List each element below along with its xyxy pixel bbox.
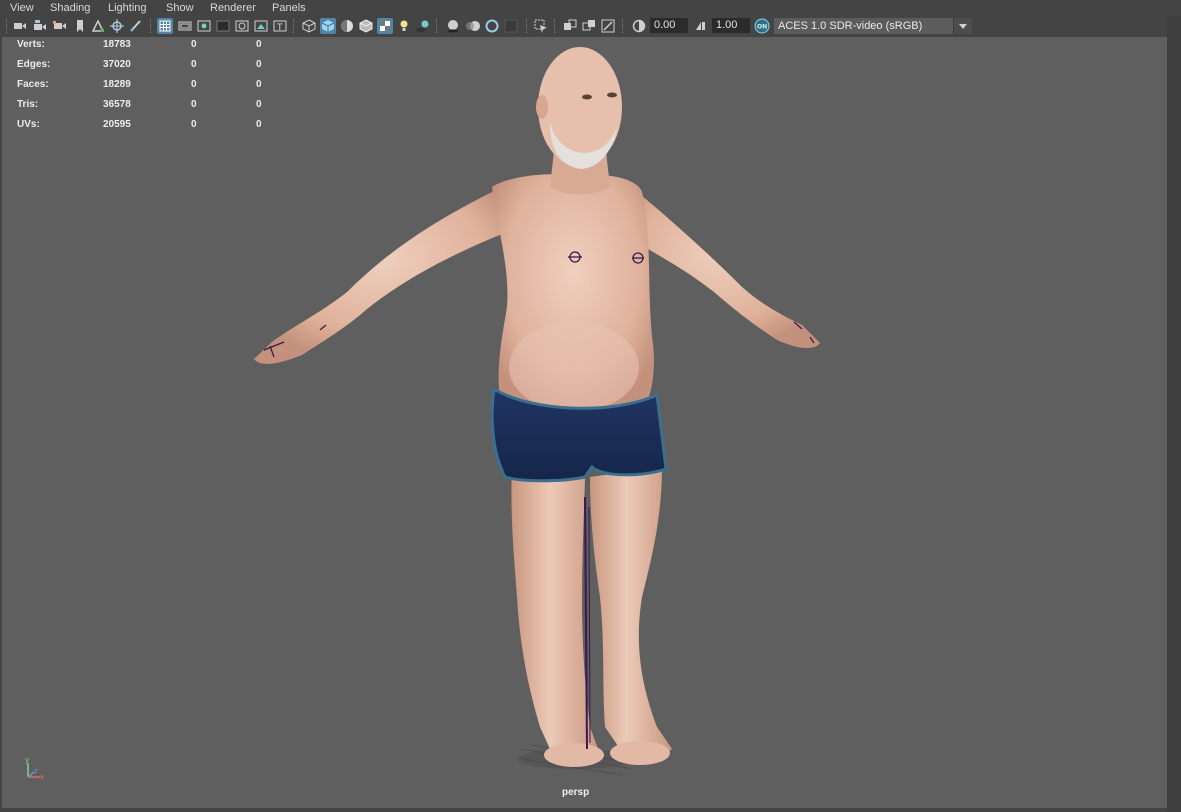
- camera-name-label: persp: [562, 787, 590, 798]
- camera-bookmark-icon[interactable]: [52, 18, 68, 34]
- bookmark-icon[interactable]: [72, 18, 88, 34]
- safe-action-icon[interactable]: [253, 18, 269, 34]
- hud-components: 0: [256, 79, 262, 90]
- right-panel-edge: [1167, 16, 1181, 812]
- safe-title-icon[interactable]: T: [272, 18, 288, 34]
- gamma-field[interactable]: 1.00: [712, 18, 750, 33]
- motion-blur-icon[interactable]: [465, 18, 481, 34]
- hud-components: 0: [256, 99, 262, 110]
- left-arm: [254, 189, 507, 364]
- z-axis-label: z: [34, 767, 38, 775]
- xray-joints-icon[interactable]: [600, 18, 616, 34]
- menu-shading[interactable]: Shading: [50, 1, 90, 15]
- camera-attributes-icon[interactable]: [32, 18, 48, 34]
- hud-label: Faces:: [17, 79, 49, 90]
- right-arm: [624, 189, 820, 349]
- hud-value: 36578: [103, 99, 131, 110]
- hud-value: 20595: [103, 119, 131, 130]
- use-default-material-icon[interactable]: [339, 18, 355, 34]
- toolbar-separator: [526, 19, 528, 33]
- shadows-icon[interactable]: [415, 18, 431, 34]
- hud-label: Verts:: [17, 39, 45, 50]
- left-eye: [582, 94, 592, 100]
- left-foot: [544, 743, 604, 767]
- toolbar-separator: [622, 19, 624, 33]
- resolution-gate-icon[interactable]: [196, 18, 212, 34]
- color-space-dropdown[interactable]: ACES 1.0 SDR-video (sRGB): [774, 18, 972, 34]
- hud-value: 37020: [103, 59, 131, 70]
- bottom-panel-edge: [0, 808, 1167, 812]
- hud-components: 0: [256, 119, 262, 130]
- menu-renderer[interactable]: Renderer: [210, 1, 256, 15]
- y-axis-label: y: [25, 756, 29, 764]
- toolbar-separator: [293, 19, 295, 33]
- grid-icon[interactable]: [157, 18, 173, 34]
- hud-selected: 0: [191, 59, 197, 70]
- film-gate-icon[interactable]: [177, 18, 193, 34]
- right-leg: [590, 467, 672, 756]
- toolbar-separator: [6, 19, 8, 33]
- color-management-on-label: ON: [757, 24, 767, 31]
- hud-label: Edges:: [17, 59, 51, 70]
- svg-text:T: T: [276, 23, 283, 33]
- x-axis-label: x: [40, 773, 44, 781]
- menu-lighting[interactable]: Lighting: [108, 1, 147, 15]
- poly-count-hud: Verts: 18783 0 0 Edges: 37020 0 0 Faces:…: [16, 37, 276, 137]
- hud-row-uvs: UVs: 20595 0 0: [16, 117, 276, 137]
- menu-panels[interactable]: Panels: [272, 1, 306, 15]
- hud-label: UVs:: [17, 119, 40, 130]
- ear: [536, 95, 548, 119]
- exposure-icon[interactable]: [631, 18, 647, 34]
- grease-pencil-icon[interactable]: [128, 18, 144, 34]
- select-camera-icon[interactable]: [12, 18, 28, 34]
- gamma-icon[interactable]: [693, 18, 709, 34]
- color-space-value: ACES 1.0 SDR-video (sRGB): [778, 20, 923, 32]
- hud-selected: 0: [191, 79, 197, 90]
- wireframe-icon[interactable]: [301, 18, 317, 34]
- gate-mask-icon[interactable]: [215, 18, 231, 34]
- right-eye: [607, 92, 617, 98]
- hud-row-edges: Edges: 37020 0 0: [16, 57, 276, 77]
- two-d-pan-zoom-icon[interactable]: [109, 18, 125, 34]
- depth-of-field-icon[interactable]: [503, 18, 519, 34]
- smooth-shade-all-icon[interactable]: [320, 18, 336, 34]
- screen-space-ambient-occlusion-icon[interactable]: [445, 18, 461, 34]
- panel-menu-bar: View Shading Lighting Show Renderer Pane…: [0, 0, 1181, 16]
- exposure-field[interactable]: 0.00: [650, 18, 688, 33]
- character-model[interactable]: [2, 37, 1167, 808]
- hud-label: Tris:: [17, 99, 39, 110]
- hud-row-faces: Faces: 18289 0 0: [16, 77, 276, 97]
- toolbar-separator: [436, 19, 438, 33]
- use-all-lights-icon[interactable]: [396, 18, 412, 34]
- field-chart-icon[interactable]: [234, 18, 250, 34]
- right-foot: [610, 741, 670, 765]
- hud-selected: 0: [191, 119, 197, 130]
- hud-components: 0: [256, 39, 262, 50]
- isolate-select-icon[interactable]: [533, 18, 549, 34]
- hud-value: 18289: [103, 79, 131, 90]
- chevron-down-icon[interactable]: [953, 18, 972, 34]
- hud-row-tris: Tris: 36578 0 0: [16, 97, 276, 117]
- xray-active-components-icon[interactable]: [581, 18, 597, 34]
- viewport-toolbar: T 0.00 1.00 ON ACES 1.0 SDR-video (sRGB): [0, 16, 1181, 38]
- toolbar-separator: [150, 19, 152, 33]
- hud-components: 0: [256, 59, 262, 70]
- perspective-viewport[interactable]: Verts: 18783 0 0 Edges: 37020 0 0 Faces:…: [2, 37, 1167, 808]
- toolbar-separator: [554, 19, 556, 33]
- textured-icon[interactable]: [377, 18, 393, 34]
- menu-show[interactable]: Show: [166, 1, 194, 15]
- hud-selected: 0: [191, 99, 197, 110]
- belly: [509, 322, 639, 412]
- view-axis-indicator: y z x: [25, 756, 44, 781]
- image-plane-icon[interactable]: [90, 18, 106, 34]
- hud-selected: 0: [191, 39, 197, 50]
- multisample-anti-aliasing-icon[interactable]: [484, 18, 500, 34]
- hud-row-verts: Verts: 18783 0 0: [16, 37, 276, 57]
- hud-value: 18783: [103, 39, 131, 50]
- wireframe-on-shaded-icon[interactable]: [358, 18, 374, 34]
- xray-icon[interactable]: [562, 18, 578, 34]
- menu-view[interactable]: View: [10, 1, 34, 15]
- color-management-toggle[interactable]: ON: [754, 18, 770, 34]
